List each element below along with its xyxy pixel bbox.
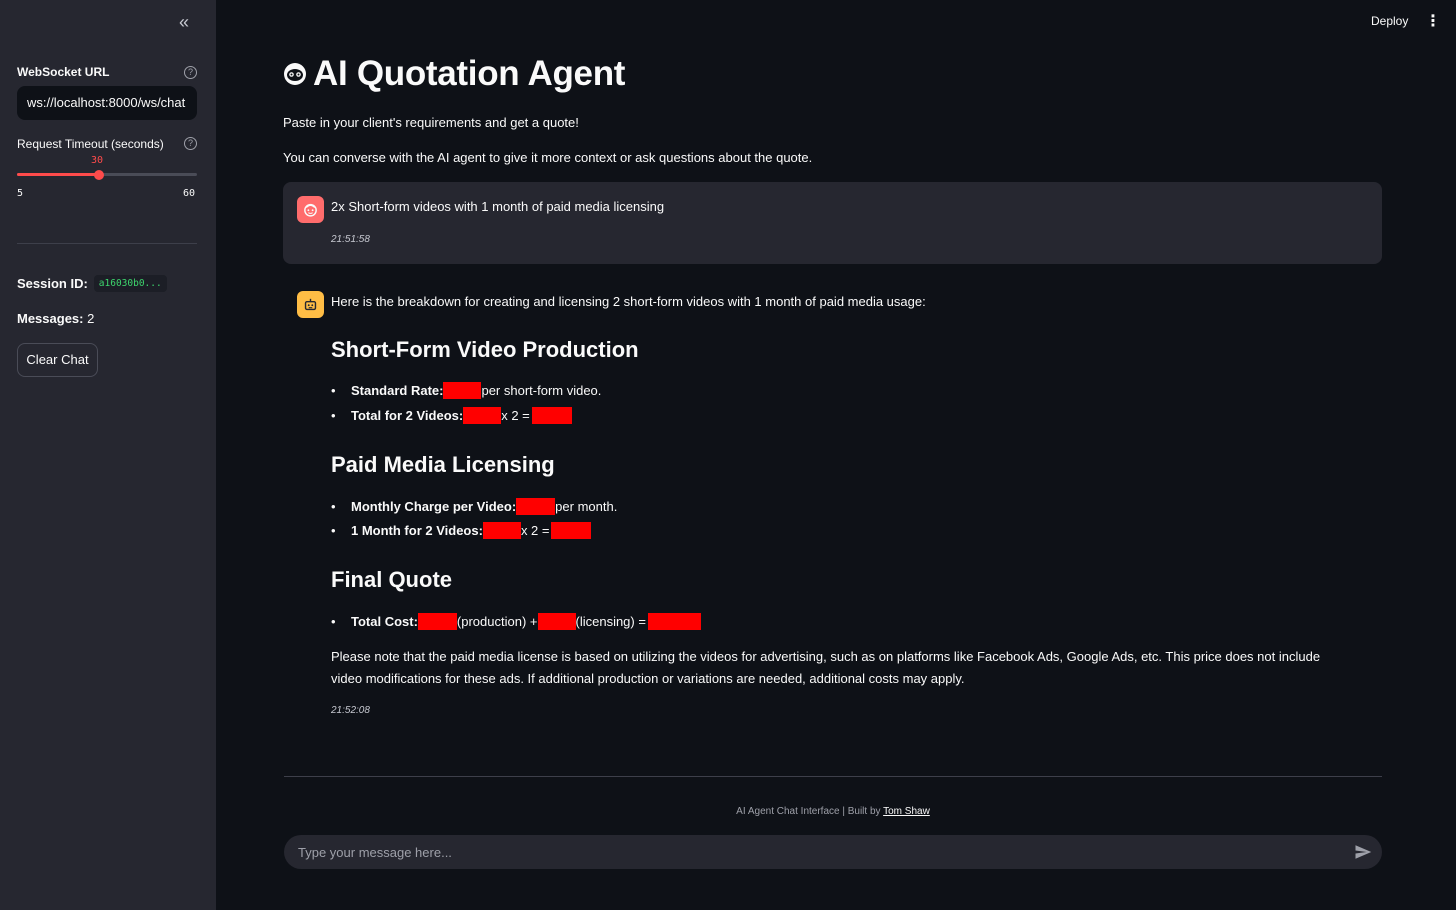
redacted-value [443,382,482,399]
slider-thumb[interactable] [93,169,104,180]
slider-max-label: 60 [183,188,196,199]
bullet-label: Monthly Charge per Video: [351,499,517,514]
list-item: • Standard Rate: per short-form video. [331,382,602,399]
intro-text: You can converse with the AI agent to gi… [283,150,813,165]
list-item: • Total for 2 Videos: x 2 = [331,407,572,424]
section-heading: Short-Form Video Production [331,337,639,362]
redacted-value [417,613,457,630]
timeout-label: Request Timeout (seconds) [17,137,164,151]
message-timestamp: 21:52:08 [331,705,370,716]
redacted-value [647,613,701,630]
timeout-slider[interactable] [17,169,197,180]
messages-count-row: Messages: 2 [17,311,94,326]
bullet-text: x 2 = [501,408,530,423]
redacted-value [531,407,572,424]
message-timestamp: 21:51:58 [331,234,370,245]
footer-text: AI Agent Chat Interface | Built by [736,806,884,817]
sidebar: « WebSocket URL ? ws://localhost:8000/ws… [0,0,216,910]
kebab-menu-icon[interactable]: ⋮ [1425,13,1441,31]
bullet-label: Standard Rate: [351,383,444,398]
bullet-text: per month. [555,499,618,514]
websocket-url-input[interactable]: ws://localhost:8000/ws/chat [17,86,197,120]
help-icon[interactable]: ? [184,66,197,79]
author-link[interactable]: Tom Shaw [883,806,930,817]
bullet-text: per short-form video. [481,383,602,398]
redacted-value [516,498,556,515]
bot-message-intro: Here is the breakdown for creating and l… [331,294,926,309]
session-id-value: a16030b0... [93,275,167,292]
user-message-text: 2x Short-form videos with 1 month of pai… [331,199,665,214]
messages-count: 2 [87,311,95,326]
list-item: • Total Cost: (production) + (licensing)… [331,613,701,630]
redacted-value [537,613,576,630]
help-icon[interactable]: ? [184,137,197,150]
send-icon[interactable] [1354,843,1372,861]
user-message: 2x Short-form videos with 1 month of pai… [283,182,1382,264]
chat-input[interactable] [284,835,1334,869]
slider-min-label: 5 [17,188,24,199]
redacted-value [551,522,592,539]
section-heading: Final Quote [331,567,452,592]
intro-text: Paste in your client's requirements and … [283,115,579,130]
list-item: • Monthly Charge per Video: per month. [331,498,618,515]
footer-divider [284,776,1382,777]
clear-chat-button[interactable]: Clear Chat [17,343,98,377]
list-item: • 1 Month for 2 Videos: x 2 = [331,522,592,539]
bullet-label: Total for 2 Videos: [351,408,464,423]
bullet-label: Total Cost: [351,614,418,629]
section-heading: Paid Media Licensing [331,452,555,477]
bullet-text: x 2 = [520,523,550,538]
double-chevron-left-icon[interactable]: « [174,12,194,32]
messages-label: Messages: [17,311,84,326]
bot-avatar-icon [297,291,324,318]
redacted-value [482,522,521,539]
timeout-slider-value: 30 [91,155,104,166]
bullet-text: (licensing) = [575,614,646,629]
footer-credit: AI Agent Chat Interface | Built by Tom S… [284,806,1382,817]
page-title: AI Quotation Agent [313,54,626,93]
sidebar-divider [17,243,197,244]
user-avatar-icon [297,196,324,223]
robot-face-icon [284,63,306,85]
bullet-label: 1 Month for 2 Videos: [351,523,483,538]
deploy-button[interactable]: Deploy [1371,14,1408,28]
bot-message-note: Please note that the paid media license … [331,649,1321,686]
page-header: AI Quotation Agent [283,54,625,94]
bullet-text: (production) + [456,614,538,629]
session-id-label: Session ID: [17,276,88,291]
redacted-value [463,407,502,424]
session-id-row: Session ID: a16030b0... [17,275,167,292]
slider-fill [17,173,99,176]
websocket-url-label: WebSocket URL [17,65,110,79]
chat-input-container [284,835,1382,869]
